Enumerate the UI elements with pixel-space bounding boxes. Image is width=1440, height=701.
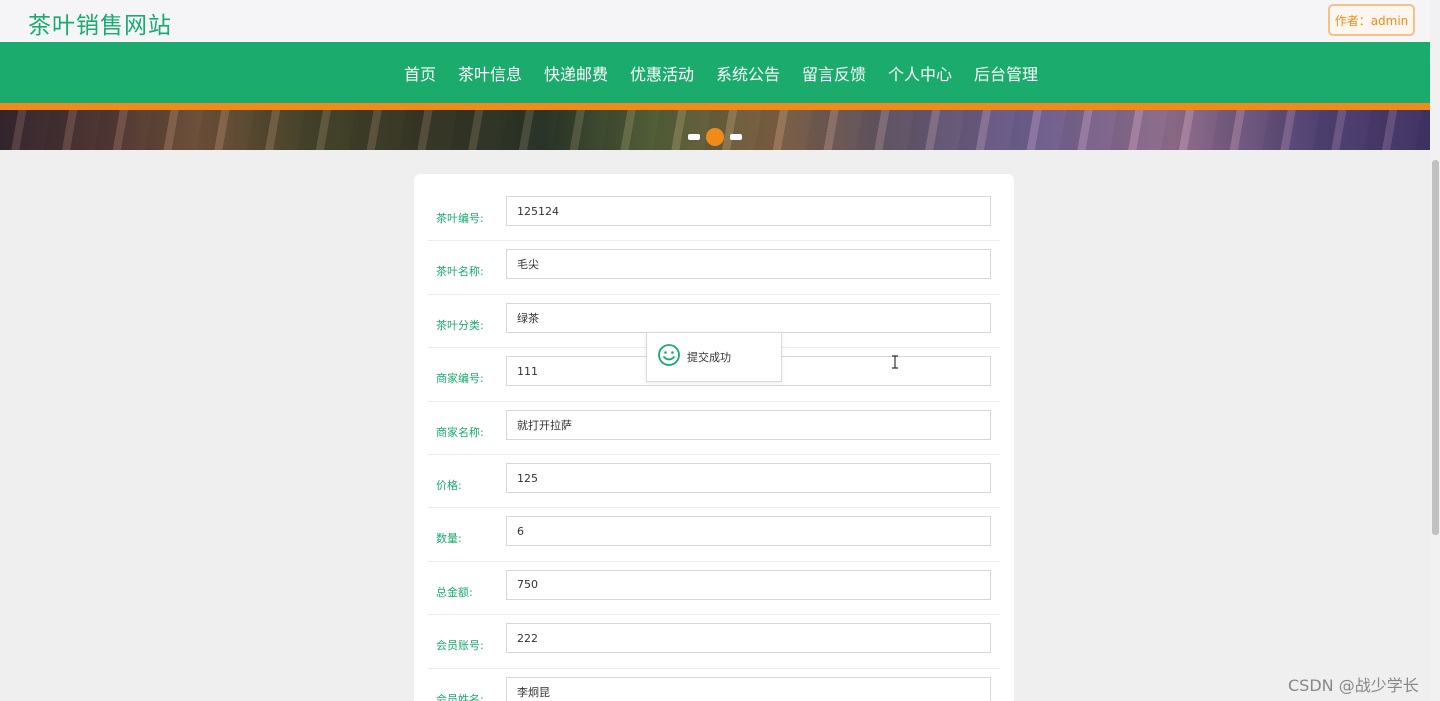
form-row-total: 总金额:: [428, 562, 1000, 616]
form-row-member-name: 会员姓名:: [428, 669, 1000, 701]
top-header: 茶叶销售网站 作者：admin: [0, 0, 1430, 42]
nav-item-shipping[interactable]: 快递邮费: [544, 61, 608, 85]
field-label: 总金额:: [436, 585, 473, 599]
quantity-input[interactable]: [506, 516, 991, 547]
field-label: 茶叶编号:: [436, 212, 484, 225]
scrollbar-thumb[interactable]: [1432, 160, 1439, 535]
field-label: 商家编号:: [436, 372, 484, 386]
page-scrollbar[interactable]: [1430, 0, 1440, 701]
nav-list: 首页 茶叶信息 快递邮费 优惠活动 系统公告 留言反馈 个人中心 后台管理: [0, 42, 1430, 103]
nav-item-feedback[interactable]: 留言反馈: [802, 61, 866, 85]
field-label: 会员姓名:: [436, 692, 484, 701]
tea-id-input[interactable]: [506, 196, 991, 226]
nav-item-announcements[interactable]: 系统公告: [716, 61, 780, 85]
nav-item-home[interactable]: 首页: [404, 61, 436, 85]
field-label: 茶叶分类:: [436, 318, 484, 332]
nav-item-admin[interactable]: 后台管理: [974, 61, 1038, 85]
nav-accent-strip: [0, 103, 1430, 110]
form-row-price: 价格:: [428, 455, 1000, 509]
field-label: 茶叶名称:: [436, 265, 484, 279]
carousel-dot[interactable]: [730, 134, 742, 140]
carousel-indicators: [688, 128, 742, 146]
tea-name-input[interactable]: [506, 249, 991, 280]
watermark: CSDN @战少学长: [1288, 676, 1419, 695]
smile-icon: [657, 343, 681, 371]
main-nav: 首页 茶叶信息 快递邮费 优惠活动 系统公告 留言反馈 个人中心 后台管理: [0, 42, 1430, 103]
field-label: 价格:: [436, 479, 462, 492]
nav-item-tea-info[interactable]: 茶叶信息: [458, 61, 522, 85]
price-input[interactable]: [506, 463, 991, 493]
merchant-name-input[interactable]: [506, 409, 991, 440]
success-toast: 提交成功: [646, 332, 782, 382]
toast-message: 提交成功: [687, 351, 731, 364]
member-account-input[interactable]: [506, 623, 991, 654]
tea-category-input[interactable]: [506, 302, 991, 333]
text-cursor-icon: [891, 354, 899, 373]
form-row-tea-name: 茶叶名称:: [428, 241, 1000, 295]
field-label: 商家名称:: [436, 425, 484, 439]
field-label: 会员账号:: [436, 639, 484, 653]
total-amount-input[interactable]: [506, 569, 991, 600]
form-row-quantity: 数量:: [428, 508, 1000, 562]
field-label: 数量:: [436, 532, 462, 546]
nav-item-promotions[interactable]: 优惠活动: [630, 61, 694, 85]
carousel-dot[interactable]: [688, 134, 700, 140]
author-badge[interactable]: 作者：admin: [1328, 4, 1415, 36]
banner-carousel: [0, 110, 1430, 150]
member-name-input[interactable]: [506, 676, 991, 701]
form-row-merchant-name: 商家名称:: [428, 402, 1000, 455]
tea-order-form: 茶叶编号: 茶叶名称: 茶叶分类: 商家编号: 商家名称: 价格: 数量: 总金…: [414, 174, 1014, 701]
carousel-dot-active[interactable]: [706, 128, 724, 146]
form-row-tea-id: 茶叶编号:: [428, 188, 1000, 242]
site-title[interactable]: 茶叶销售网站: [28, 6, 172, 40]
nav-item-profile[interactable]: 个人中心: [888, 61, 952, 85]
form-row-member-account: 会员账号:: [428, 615, 1000, 669]
